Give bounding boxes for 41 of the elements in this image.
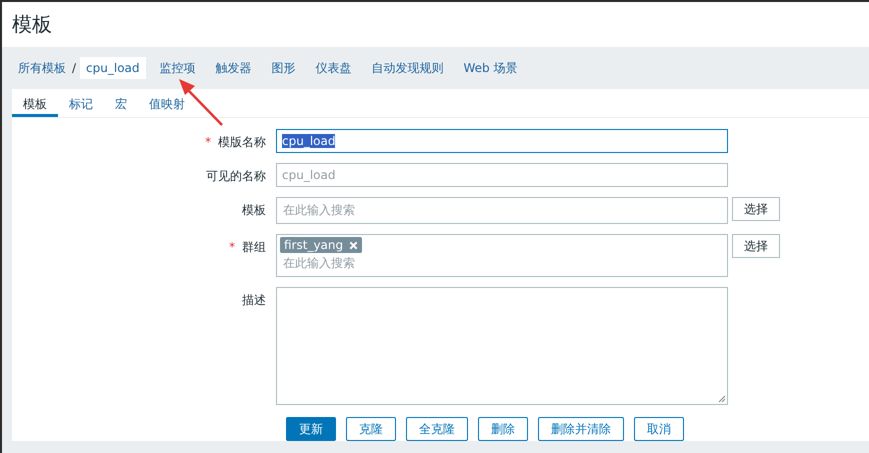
- field-label: 群组: [242, 240, 266, 254]
- breadcrumb-link[interactable]: 所有模板: [18, 60, 66, 76]
- select-button[interactable]: 选择: [732, 197, 780, 221]
- required-asterisk: *: [229, 240, 236, 254]
- select-button[interactable]: 选择: [732, 234, 780, 258]
- description-textarea[interactable]: [276, 287, 728, 405]
- action-button[interactable]: 克隆: [346, 417, 396, 441]
- field-label: 可见的名称: [206, 169, 266, 183]
- tab[interactable]: 标记: [58, 89, 104, 117]
- field-label: 描述: [242, 293, 266, 307]
- field-label: 模版名称: [218, 135, 266, 149]
- action-button[interactable]: 删除: [478, 417, 528, 441]
- breadcrumb-current[interactable]: cpu_load: [80, 57, 146, 79]
- required-asterisk: *: [205, 135, 212, 149]
- action-button[interactable]: 全克隆: [406, 417, 468, 441]
- text-field[interactable]: cpu_load: [276, 129, 728, 153]
- resize-handle-icon[interactable]: [718, 395, 726, 403]
- action-button[interactable]: 更新: [286, 417, 336, 441]
- nav-link[interactable]: 监控项: [160, 60, 196, 76]
- field-label: 模板: [242, 203, 266, 217]
- multiselect-field[interactable]: first_yang 在此输入搜索: [276, 234, 728, 277]
- remove-icon[interactable]: [349, 240, 358, 250]
- multiselect-field[interactable]: 在此输入搜索: [276, 197, 728, 224]
- field-placeholder: cpu_load: [282, 168, 336, 182]
- field-placeholder: 在此输入搜索: [282, 255, 356, 272]
- text-field[interactable]: cpu_load: [276, 163, 728, 187]
- nav-link[interactable]: Web 场景: [464, 60, 518, 76]
- nav-link[interactable]: 触发器: [216, 60, 252, 76]
- action-button[interactable]: 取消: [634, 417, 684, 441]
- field-placeholder: 在此输入搜索: [282, 202, 356, 219]
- tab[interactable]: 宏: [104, 89, 138, 117]
- field-value: cpu_load: [282, 134, 336, 148]
- tag-label: first_yang: [284, 238, 344, 252]
- tab[interactable]: 值映射: [138, 89, 196, 117]
- nav-link[interactable]: 图形: [272, 60, 296, 76]
- breadcrumb-separator: /: [72, 61, 76, 75]
- page-title: 模板: [12, 11, 52, 38]
- action-button[interactable]: 删除并清除: [538, 417, 624, 441]
- tab[interactable]: 模板: [12, 89, 58, 117]
- nav-link[interactable]: 仪表盘: [316, 60, 352, 76]
- nav-link[interactable]: 自动发现规则: [372, 60, 444, 76]
